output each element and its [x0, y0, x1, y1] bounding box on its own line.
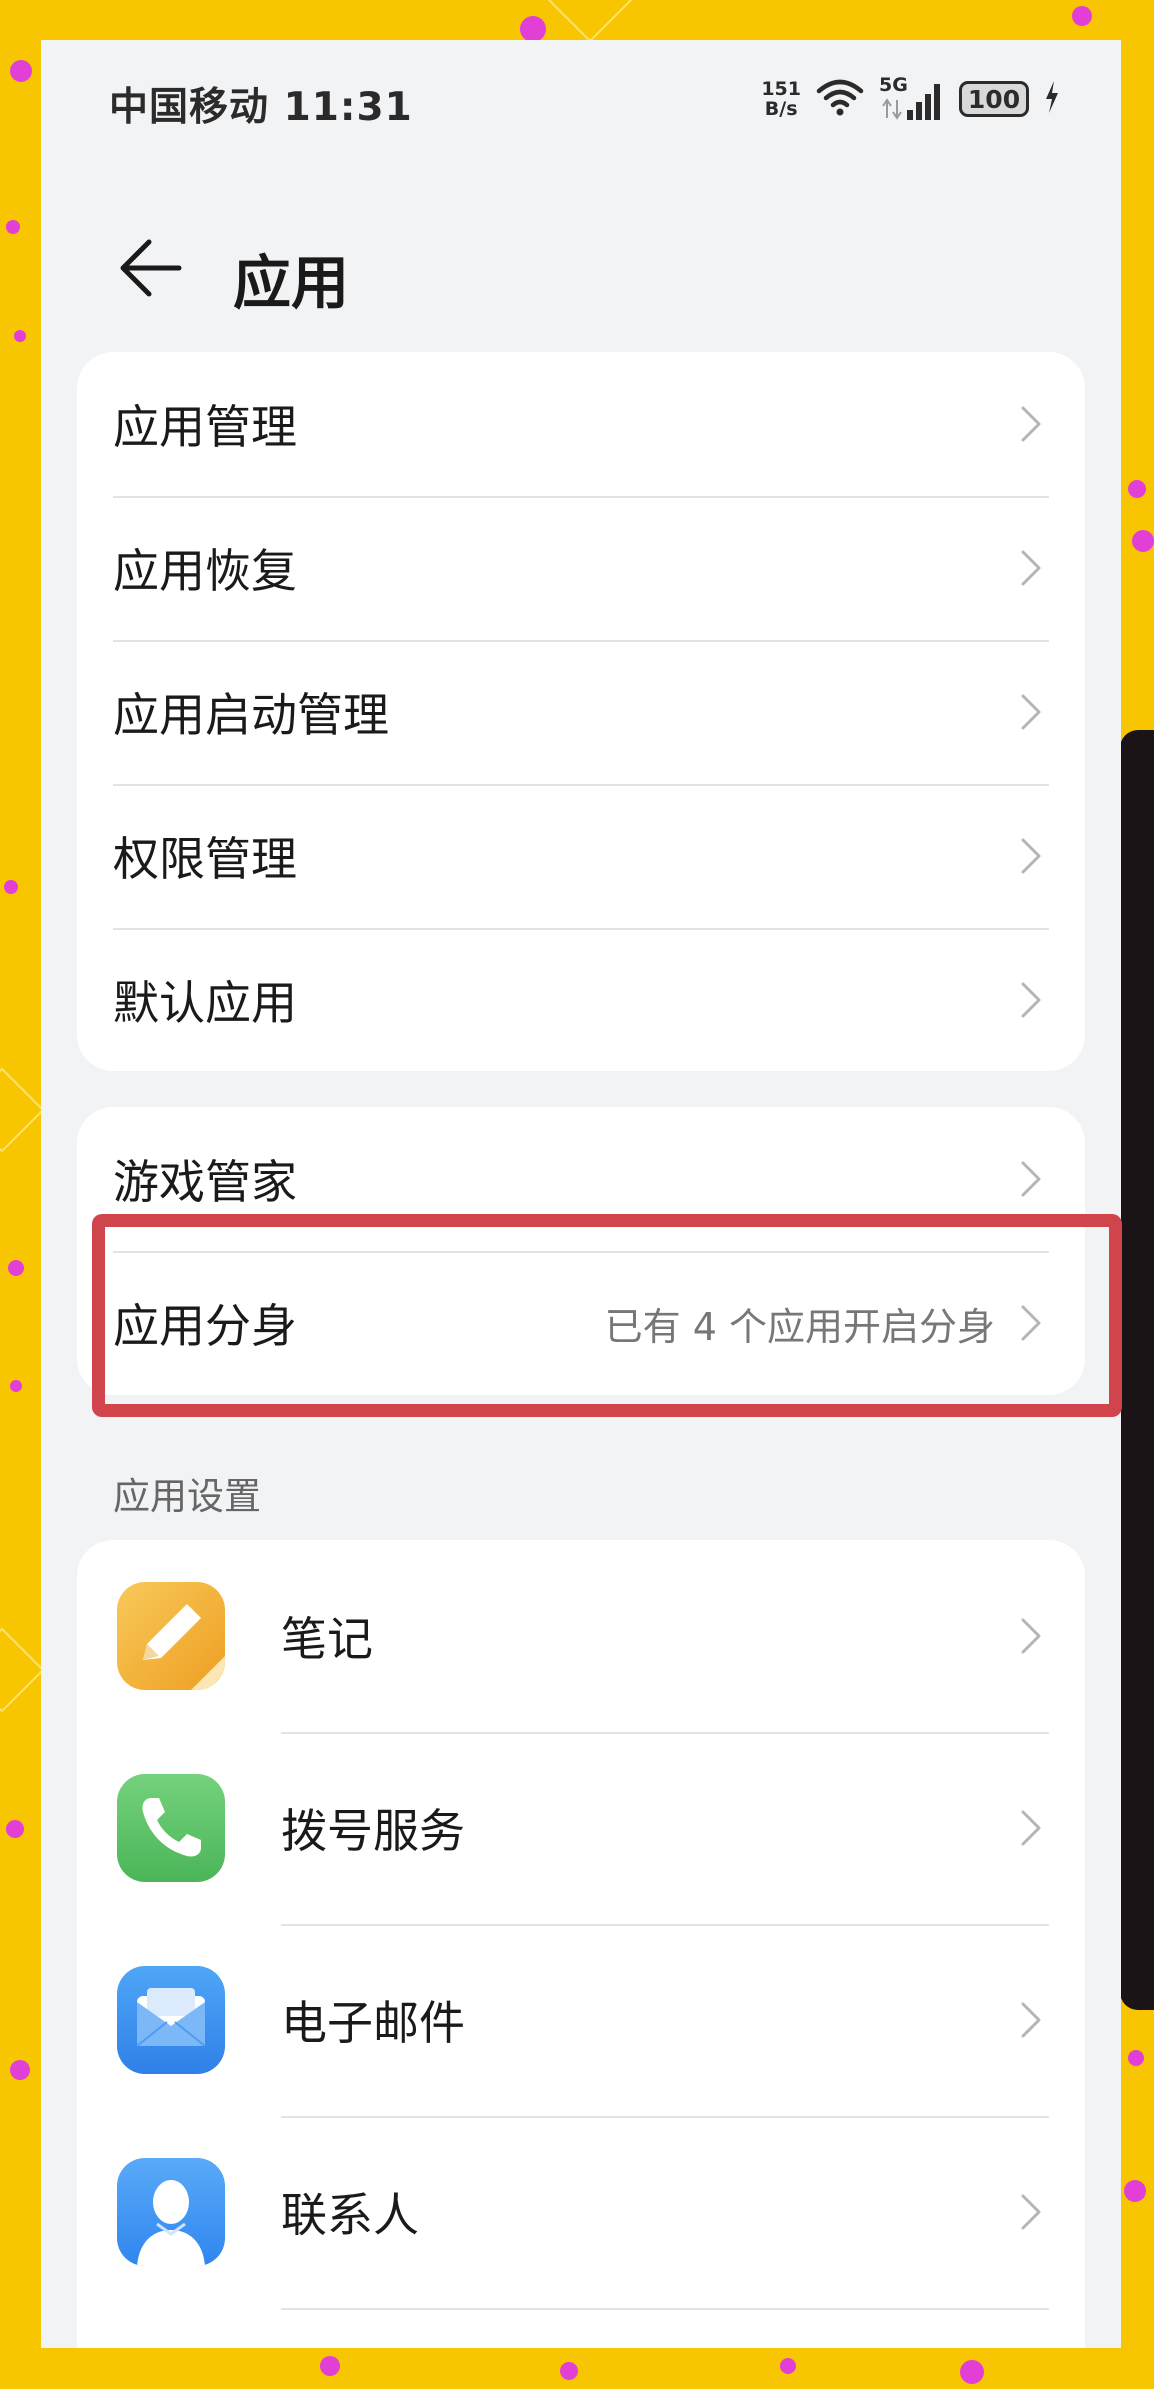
row-label: 应用启动管理 — [113, 688, 389, 742]
row-app-launch-management[interactable]: 应用启动管理 — [77, 640, 1085, 784]
cellular-signal-icon: 5G — [879, 74, 945, 122]
chevron-right-icon — [1021, 1161, 1041, 1197]
app-label: 联系人 — [281, 2188, 419, 2242]
divider — [281, 2308, 1049, 2310]
poster-dark-panel — [1120, 730, 1154, 2010]
network-speed-unit: B/s — [764, 98, 798, 120]
charging-icon — [1043, 79, 1061, 119]
highlight-box — [92, 1214, 1122, 1417]
app-label: 拨号服务 — [281, 1804, 465, 1858]
row-app-restore[interactable]: 应用恢复 — [77, 496, 1085, 640]
row-app-notes[interactable]: 笔记 — [77, 1540, 1085, 1732]
back-arrow-icon — [120, 239, 182, 297]
contacts-icon — [117, 2158, 225, 2266]
row-label: 权限管理 — [113, 832, 297, 886]
chevron-right-icon — [1021, 1810, 1041, 1846]
row-label: 应用管理 — [113, 400, 297, 454]
status-icons: 151 B/s 5G 100 — [761, 74, 1061, 124]
chevron-right-icon — [1021, 694, 1041, 730]
page-header: 应用 — [41, 210, 1121, 330]
phone-screen: 中国移动 11:31 151 B/s 5G 100 应用 应用管理 应用恢复 应… — [41, 40, 1121, 2348]
back-button[interactable] — [113, 228, 193, 308]
row-app-email[interactable]: 电子邮件 — [77, 1924, 1085, 2116]
row-label: 游戏管家 — [113, 1155, 297, 1209]
chevron-right-icon — [1021, 838, 1041, 874]
email-icon — [117, 1966, 225, 2074]
row-label: 默认应用 — [113, 975, 297, 1030]
status-bar: 中国移动 11:31 151 B/s 5G 100 — [41, 40, 1121, 160]
row-app-phone[interactable]: 拨号服务 — [77, 1732, 1085, 1924]
chevron-right-icon — [1021, 1618, 1041, 1654]
row-permission-management[interactable]: 权限管理 — [77, 784, 1085, 928]
carrier-time: 中国移动 11:31 — [109, 85, 413, 130]
chevron-right-icon — [1021, 982, 1041, 1017]
phone-icon — [117, 1774, 225, 1882]
app-settings-card: 笔记 拨号服务 电子邮件 联系人 — [77, 1540, 1085, 2348]
row-app-contacts[interactable]: 联系人 — [77, 2116, 1085, 2308]
network-speed: 151 B/s — [761, 79, 801, 119]
chevron-right-icon — [1021, 2194, 1041, 2230]
network-speed-value: 151 — [761, 78, 801, 100]
section-title-app-settings: 应用设置 — [113, 1475, 261, 1518]
chevron-right-icon — [1021, 2002, 1041, 2038]
row-app-management[interactable]: 应用管理 — [77, 352, 1085, 496]
row-default-apps[interactable]: 默认应用 — [77, 928, 1085, 1071]
row-label: 应用恢复 — [113, 544, 297, 598]
battery-indicator: 100 — [959, 81, 1029, 117]
wifi-icon — [815, 77, 865, 121]
app-label: 电子邮件 — [281, 1996, 465, 2050]
chevron-right-icon — [1021, 406, 1041, 442]
app-label: 笔记 — [281, 1612, 373, 1666]
page-title: 应用 — [233, 249, 350, 317]
chevron-right-icon — [1021, 550, 1041, 586]
app-management-card: 应用管理 应用恢复 应用启动管理 权限管理 默认应用 — [77, 352, 1085, 1071]
notes-icon — [117, 1582, 225, 1690]
